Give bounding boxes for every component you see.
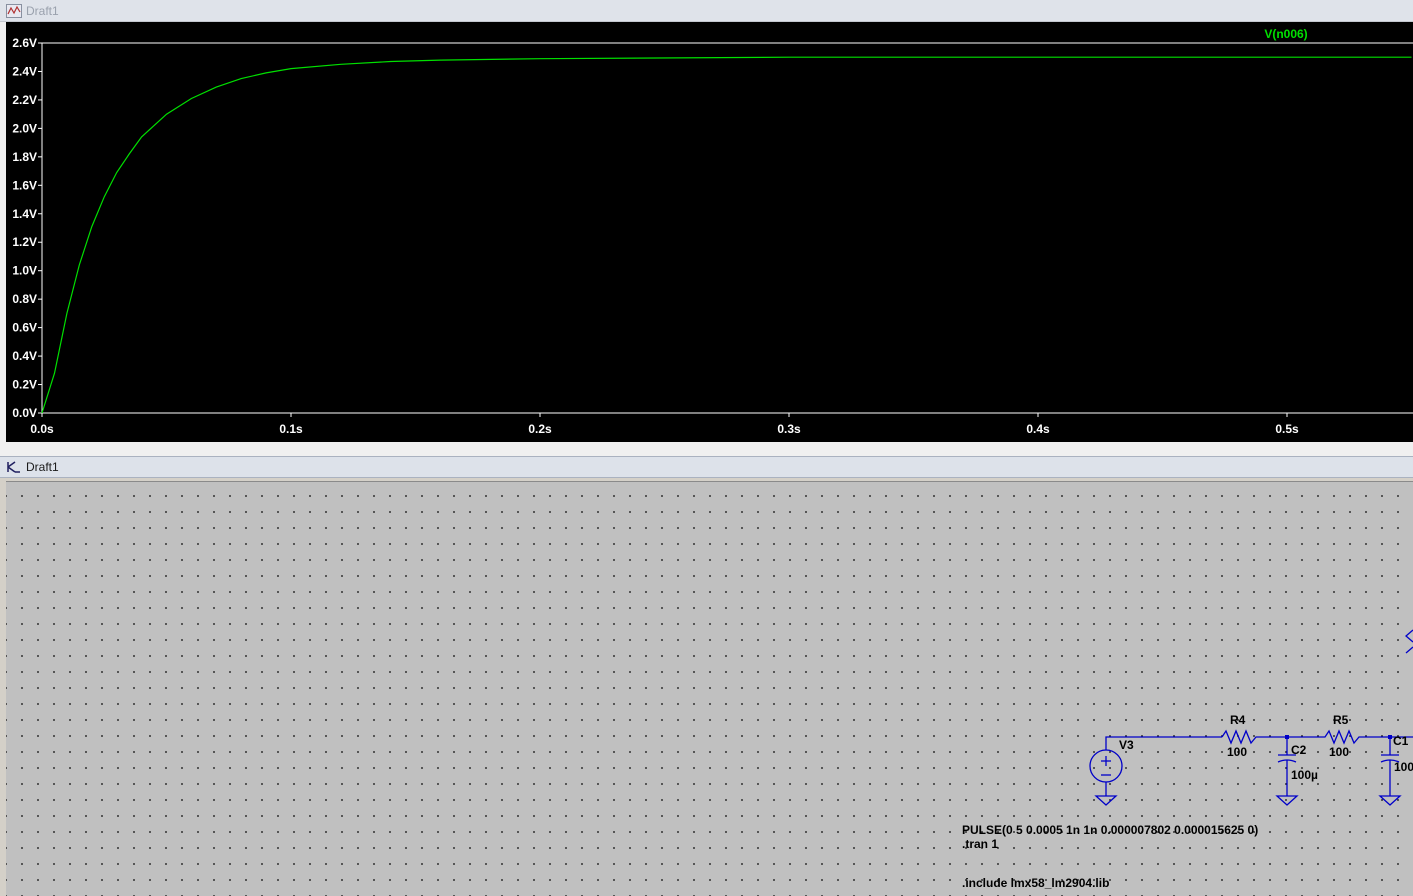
ground-symbol-v3 <box>1094 795 1118 806</box>
offscreen-component-edge <box>1405 629 1413 643</box>
ground-symbol-c2 <box>1275 795 1299 806</box>
label-c2[interactable]: C2 <box>1291 743 1307 757</box>
resistor-r4[interactable] <box>1221 729 1287 745</box>
schematic-drawing[interactable]: V3 R4 100 C2 100µ R5 100 C1 100 PULSE(0 … <box>0 0 1413 895</box>
value-r5[interactable]: 100 <box>1329 745 1349 759</box>
ground-symbol-c1 <box>1378 795 1402 806</box>
label-r4[interactable]: R4 <box>1230 713 1246 727</box>
offscreen-component-edge-2 <box>1405 646 1413 654</box>
voltage-source-v3[interactable] <box>1089 749 1123 783</box>
directive-tran[interactable]: .tran 1 <box>962 837 998 851</box>
directive-include[interactable]: .include lmx58_lm2904.lib <box>962 876 1109 890</box>
label-v3[interactable]: V3 <box>1119 738 1134 752</box>
junction-dot-2 <box>1388 735 1392 739</box>
value-c2[interactable]: 100µ <box>1291 768 1318 782</box>
label-r5[interactable]: R5 <box>1333 713 1349 727</box>
directive-pulse[interactable]: PULSE(0 5 0.0005 1n 1n 0.000007802 0.000… <box>962 823 1258 837</box>
value-r4[interactable]: 100 <box>1227 745 1247 759</box>
value-c1[interactable]: 100 <box>1394 760 1413 774</box>
label-c1[interactable]: C1 <box>1393 734 1409 748</box>
